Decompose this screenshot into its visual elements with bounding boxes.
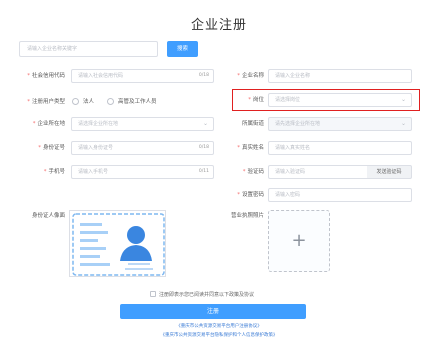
phone-label: * 手机号 <box>43 169 65 175</box>
verify-code-input[interactable]: 请输入验证码 <box>268 165 368 179</box>
location-label: * 企业所在地 <box>32 121 65 127</box>
credit-code-input[interactable]: 请输入社会信用代码 0/18 <box>71 69 214 83</box>
search-button[interactable]: 搜索 <box>167 41 198 57</box>
phone-counter: 0/11 <box>198 169 209 174</box>
real-name-label: * 真实姓名 <box>237 145 264 151</box>
position-select[interactable]: 请选择岗位 ⌄ <box>268 93 412 107</box>
send-code-button[interactable]: 发送验证码 <box>367 165 412 179</box>
company-name-input[interactable]: 请输入企业名称 <box>268 69 412 83</box>
id-number-label: * 身份证号 <box>38 145 65 151</box>
user-agreement-link[interactable]: 《重庆市公共资源交易平台用户注册协议》 <box>0 323 438 329</box>
privacy-policy-link[interactable]: 《重庆市公共资源交易平台隐私保护和个人信息保护政策》 <box>0 332 438 338</box>
chevron-down-icon: ⌄ <box>400 96 406 103</box>
id-number-input[interactable]: 请输入身份证号 0/18 <box>71 141 214 155</box>
company-search-input[interactable]: 请输入企业名称关键字 <box>19 41 158 57</box>
position-label: * 岗位 <box>248 97 264 103</box>
chevron-down-icon: ⌄ <box>202 120 208 127</box>
checkbox-icon <box>150 291 156 297</box>
credit-code-counter: 0/18 <box>198 73 209 78</box>
credit-code-label: * 社会信用代码 <box>27 73 65 79</box>
id-number-counter: 0/18 <box>198 145 209 150</box>
real-name-input[interactable]: 请输入真实姓名 <box>268 141 412 155</box>
street-label: 所属街道 <box>241 121 264 127</box>
license-photo-label: 营业执照照片 <box>230 213 264 219</box>
password-input[interactable]: 请输入密码 <box>268 188 412 202</box>
user-type-legal-person-radio[interactable]: 法人 <box>72 97 94 107</box>
company-name-label: * 企业名称 <box>237 73 264 79</box>
password-label: * 设置密码 <box>237 192 264 198</box>
street-select[interactable]: 请先选择企业所在地 ⌄ <box>268 117 412 131</box>
agreement-checkbox[interactable]: 注册即表示您已阅读并同意以下政策及协议 <box>150 291 254 299</box>
radio-circle-icon <box>107 97 114 105</box>
verify-code-label: * 验证码 <box>242 169 264 175</box>
id-card-portrait-upload[interactable] <box>69 210 166 277</box>
license-photo-upload[interactable]: + <box>268 210 330 272</box>
radio-circle-icon <box>72 97 79 105</box>
register-button[interactable]: 注册 <box>120 304 306 319</box>
phone-input[interactable]: 请输入手机号 0/11 <box>71 165 214 179</box>
plus-icon: + <box>291 230 307 251</box>
id-card-illustration <box>70 211 165 276</box>
chevron-down-icon: ⌄ <box>400 120 406 127</box>
user-type-label: * 注册用户类型 <box>27 99 65 105</box>
location-select[interactable]: 请选择企业所在地 ⌄ <box>71 117 214 131</box>
page-title: 企业注册 <box>190 18 247 33</box>
id-photo-label: 身份证人像面 <box>31 213 65 219</box>
user-type-staff-radio[interactable]: 高管及工作人员 <box>107 97 157 107</box>
